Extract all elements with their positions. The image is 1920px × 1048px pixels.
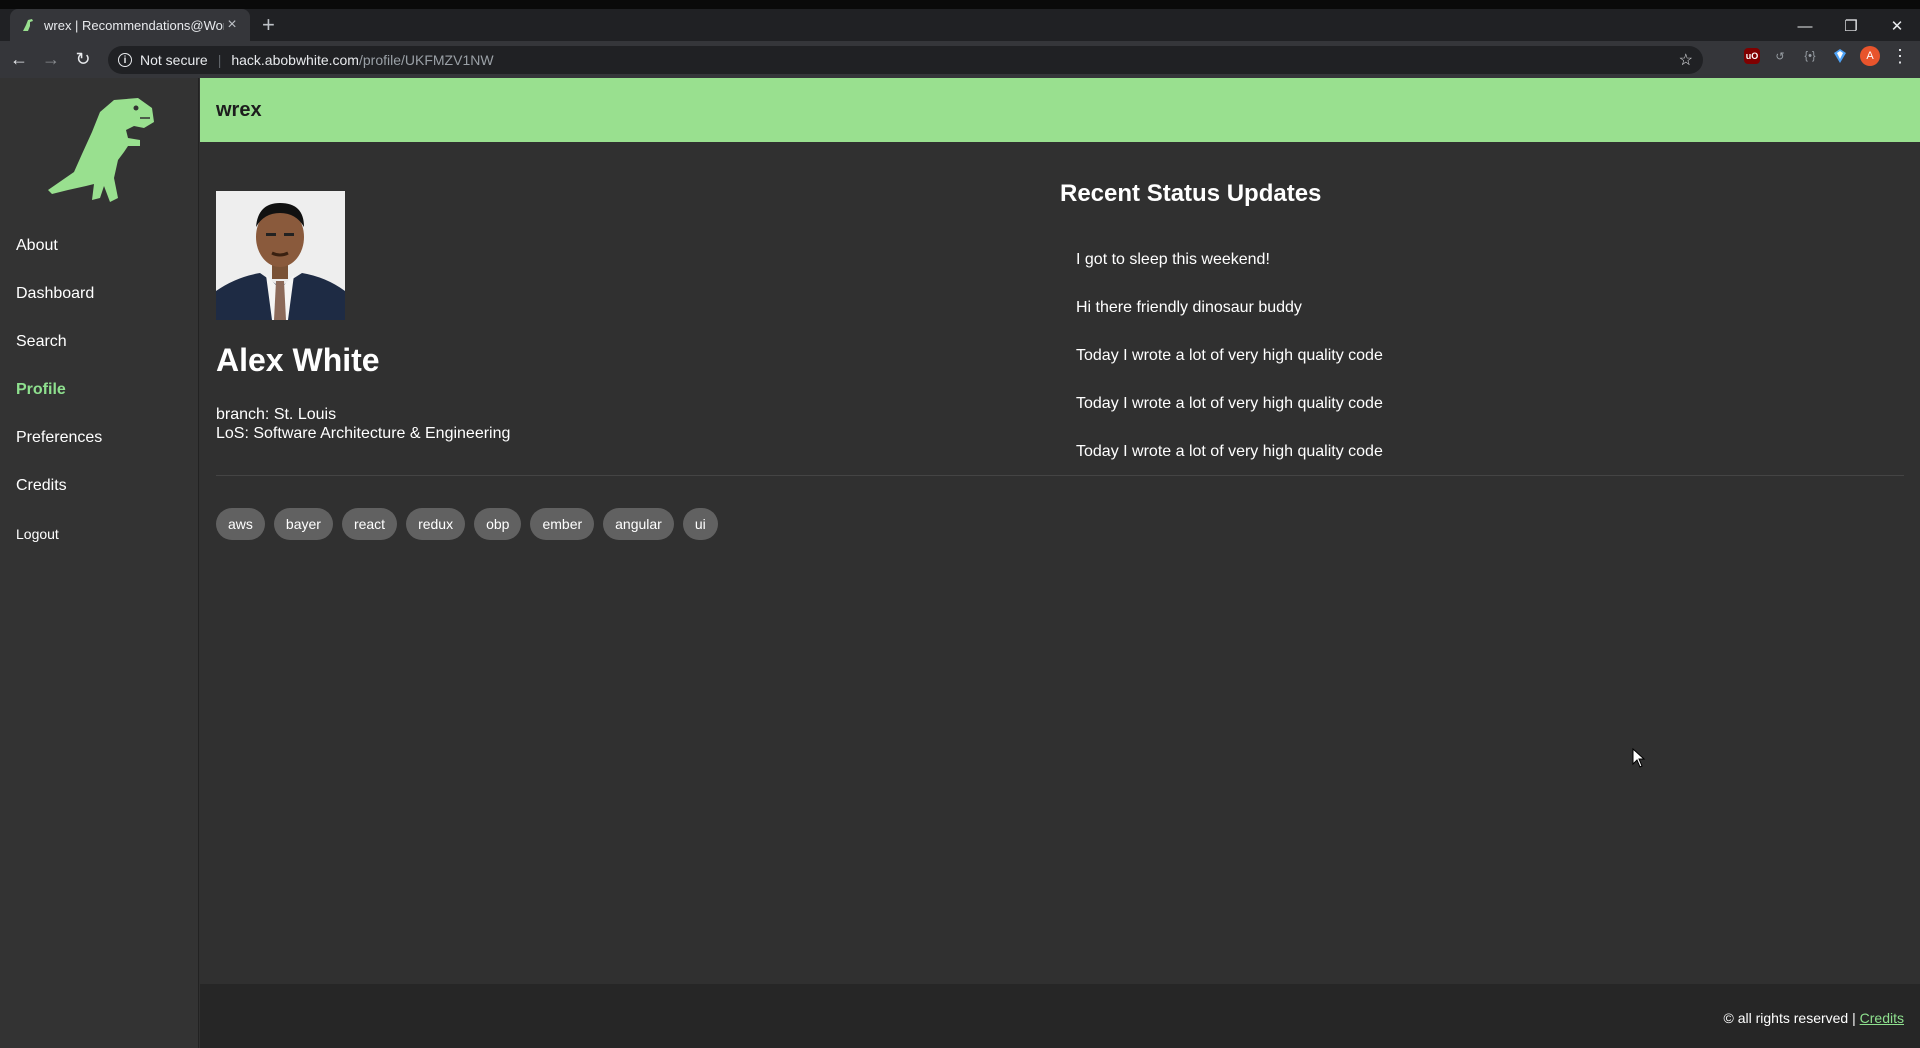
status-item: Today I wrote a lot of very high quality… xyxy=(1076,395,1383,412)
ublock-extension-icon[interactable]: uO xyxy=(1744,48,1760,64)
brand-title: wrex xyxy=(216,98,262,121)
profile-photo xyxy=(216,191,345,320)
nav-logout[interactable]: Logout xyxy=(16,524,102,572)
url-host: hack.abobwhite.com xyxy=(231,52,359,68)
footer-text: © all rights reserved | Credits xyxy=(1724,1010,1904,1026)
tag-chip[interactable]: ember xyxy=(530,508,595,540)
nav-preferences[interactable]: Preferences xyxy=(16,428,102,476)
window-controls: — ❐ ✕ xyxy=(1782,13,1920,39)
sidebar-nav: About Dashboard Search Profile Preferenc… xyxy=(16,236,102,572)
status-updates-title: Recent Status Updates xyxy=(1060,180,1322,207)
profile-name: Alex White xyxy=(216,342,380,378)
profile-los: LoS: Software Architecture & Engineering xyxy=(216,425,511,442)
browser-menu-icon[interactable]: ⋮ xyxy=(1890,46,1910,66)
address-separator: | xyxy=(217,52,222,68)
sidebar: About Dashboard Search Profile Preferenc… xyxy=(0,78,199,1048)
footer-credits-link[interactable]: Credits xyxy=(1860,1010,1904,1026)
profile-content: Alex White branch: St. Louis LoS: Softwa… xyxy=(200,142,1920,984)
tag-chip[interactable]: react xyxy=(341,508,398,540)
security-label: Not secure xyxy=(140,52,208,68)
json-extension-icon[interactable]: {•} xyxy=(1800,46,1820,66)
tag-chip[interactable]: bayer xyxy=(273,508,333,540)
tab-title: wrex | Recommendations@Work xyxy=(44,17,224,33)
nav-dashboard[interactable]: Dashboard xyxy=(16,284,102,332)
tab-close-icon[interactable]: × xyxy=(224,16,240,34)
star-icon[interactable]: ☆ xyxy=(1679,50,1693,70)
status-item: I got to sleep this weekend! xyxy=(1076,251,1270,268)
new-tab-button[interactable]: + xyxy=(262,14,275,36)
nav-profile[interactable]: Profile xyxy=(16,380,102,428)
status-item: Today I wrote a lot of very high quality… xyxy=(1076,443,1383,460)
app-footer: © all rights reserved | Credits xyxy=(200,984,1920,1048)
tag-chip[interactable]: angular xyxy=(603,508,674,540)
nav-about[interactable]: About xyxy=(16,236,102,284)
status-item: Hi there friendly dinosaur buddy xyxy=(1076,299,1302,316)
tag-chip[interactable]: obp xyxy=(474,508,522,540)
restore-icon[interactable]: ❐ xyxy=(1828,13,1874,39)
info-icon[interactable]: i xyxy=(118,53,132,67)
tag-chip[interactable]: aws xyxy=(216,508,265,540)
minimize-icon[interactable]: — xyxy=(1782,13,1828,39)
tag-chip[interactable]: redux xyxy=(406,508,466,540)
shield-extension-icon[interactable] xyxy=(1830,46,1850,66)
dinosaur-icon xyxy=(23,19,33,31)
tag-chip[interactable]: ui xyxy=(682,508,718,540)
app-root: About Dashboard Search Profile Preferenc… xyxy=(0,78,1920,1048)
forward-arrow-icon[interactable]: → xyxy=(38,47,64,73)
status-updates-list: I got to sleep this weekend! Hi there fr… xyxy=(1076,250,1383,490)
mouse-pointer-icon xyxy=(1632,748,1646,768)
history-extension-icon[interactable]: ↺ xyxy=(1770,46,1790,66)
close-window-icon[interactable]: ✕ xyxy=(1874,13,1920,39)
copyright-text: © all rights reserved | xyxy=(1723,1010,1860,1026)
section-divider xyxy=(216,475,1904,476)
browser-toolbar: ← → ↻ i Not secure | hack.abobwhite.com /… xyxy=(0,41,1920,78)
url-path: /profile/UKFMZV1NW xyxy=(358,52,494,68)
reload-icon[interactable]: ↻ xyxy=(70,47,96,73)
browser-tabstrip: wrex | Recommendations@Work × + — ❐ ✕ xyxy=(0,0,1920,41)
status-item: Today I wrote a lot of very high quality… xyxy=(1076,347,1383,364)
skill-tags: aws bayer react redux obp ember angular … xyxy=(216,508,718,540)
dinosaur-logo[interactable] xyxy=(44,94,156,204)
profile-branch: branch: St. Louis xyxy=(216,406,337,423)
browser-tab[interactable]: wrex | Recommendations@Work × xyxy=(10,9,250,41)
app-header: wrex xyxy=(200,78,1920,142)
nav-credits[interactable]: Credits xyxy=(16,476,102,524)
profile-avatar-icon[interactable]: A xyxy=(1860,46,1880,66)
extensions-area: uO ↺ {•} A ⋮ xyxy=(1744,46,1910,66)
address-bar[interactable]: i Not secure | hack.abobwhite.com/profil… xyxy=(108,46,1703,74)
back-arrow-icon[interactable]: ← xyxy=(6,47,32,73)
nav-search[interactable]: Search xyxy=(16,332,102,380)
